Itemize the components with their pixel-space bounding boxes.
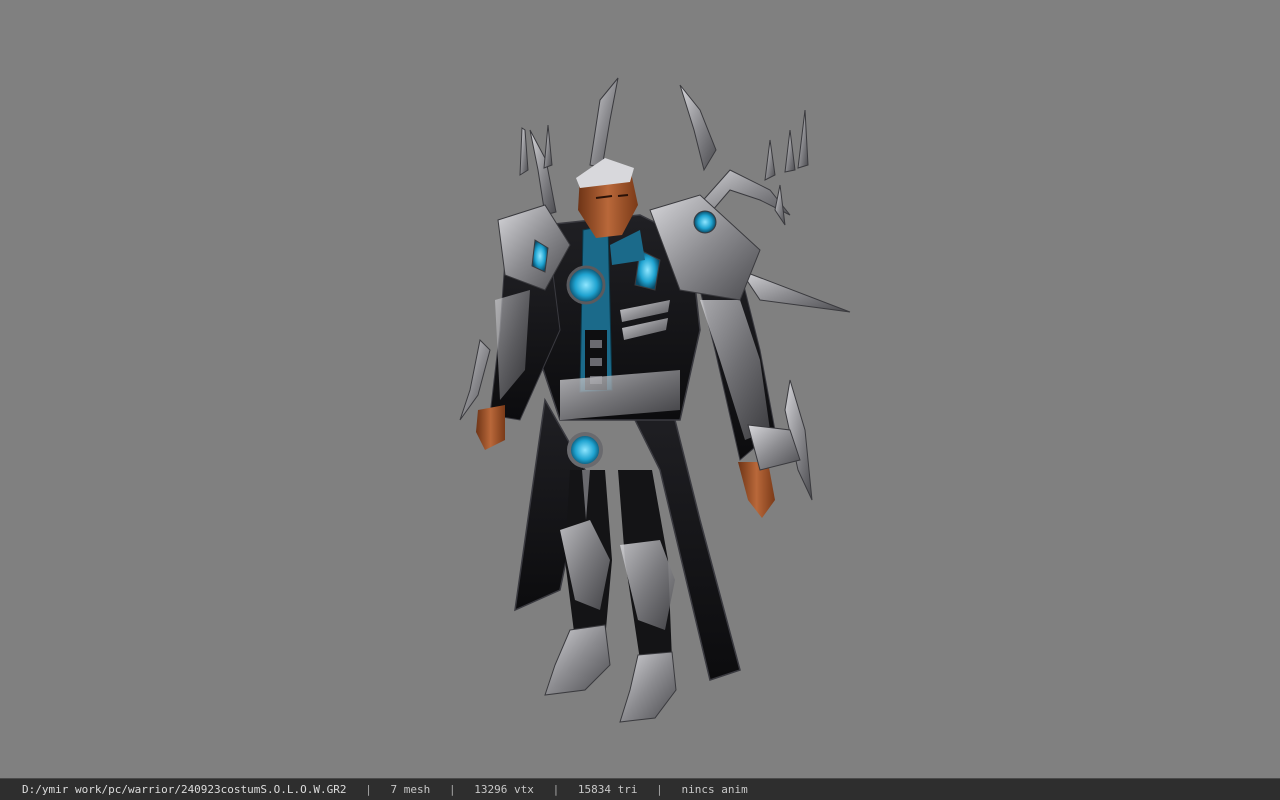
animation-status: nincs anim: [681, 783, 748, 796]
status-bar: D:/ymir work/pc/warrior/240923costumS.O.…: [0, 778, 1280, 800]
separator: |: [448, 783, 456, 796]
3d-viewport[interactable]: [0, 0, 1280, 778]
mesh-count: 7 mesh: [390, 783, 431, 796]
separator: |: [552, 783, 560, 796]
triangle-count: 15834 tri: [577, 783, 638, 796]
vertex-count: 13296 vtx: [474, 783, 534, 796]
separator: |: [365, 783, 372, 796]
character-model: [459, 77, 851, 723]
separator: |: [656, 783, 663, 796]
file-path: D:/ymir work/pc/warrior/240923costumS.O.…: [22, 783, 347, 796]
